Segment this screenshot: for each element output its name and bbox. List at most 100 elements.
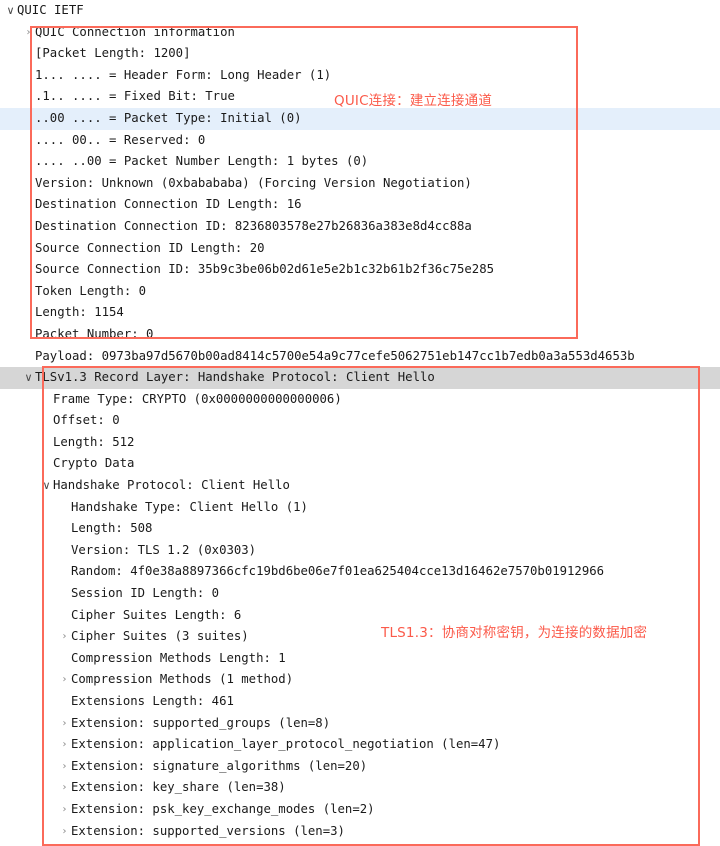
tree-row-label: Handshake Protocol: Client Hello — [53, 478, 290, 493]
tree-row-label: Destination Connection ID Length: 16 — [35, 197, 302, 212]
tree-row-label: Frame Type: CRYPTO (0x0000000000000006) — [53, 391, 342, 406]
tree-row[interactable]: ∨ QUIC IETF — [0, 0, 720, 22]
tree-row[interactable]: ›Offset: 0 — [0, 410, 720, 432]
tree-row[interactable]: › Compression Methods (1 method) — [0, 669, 720, 691]
chevron-right-icon[interactable]: › — [58, 821, 71, 843]
tree-spacer: › — [22, 238, 35, 260]
tree-row-label: Compression Methods Length: 1 — [71, 650, 286, 665]
tree-row[interactable]: ∨ TLSv1.3 Record Layer: Handshake Protoco… — [0, 367, 720, 389]
tree-row-label: Extension: signature_algorithms (len=20) — [71, 758, 368, 773]
chevron-down-icon[interactable]: ∨ — [40, 475, 53, 497]
tree-row[interactable]: ›Extensions Length: 461 — [0, 691, 720, 713]
chevron-down-icon[interactable]: ∨ — [4, 0, 17, 22]
tree-spacer: › — [58, 691, 71, 713]
tree-row-label: Handshake Type: Client Hello (1) — [71, 499, 308, 514]
tree-row[interactable]: ›Length: 512 — [0, 432, 720, 454]
tree-row-label: Extension: psk_key_exchange_modes (len=2… — [71, 801, 375, 816]
tree-spacer: › — [22, 346, 35, 368]
tree-spacer: › — [22, 86, 35, 108]
tree-spacer: › — [22, 259, 35, 281]
chevron-right-icon[interactable]: › — [58, 799, 71, 821]
tree-row[interactable]: ›Payload: 0973ba97d5670b00ad8414c5700e54… — [0, 346, 720, 368]
chevron-right-icon[interactable]: › — [58, 669, 71, 691]
tree-row-label: Length: 512 — [53, 434, 135, 449]
tree-row-label: Packet Number: 0 — [35, 326, 154, 341]
tree-row-label: Payload: 0973ba97d5670b00ad8414c5700e54a… — [35, 348, 635, 363]
tree-row[interactable]: ›Crypto Data — [0, 453, 720, 475]
chevron-right-icon[interactable]: › — [58, 626, 71, 648]
tree-row-label: Extension: key_share (len=38) — [71, 780, 286, 795]
tree-spacer: › — [58, 497, 71, 519]
tree-row[interactable]: ›1... .... = Header Form: Long Header (1… — [0, 65, 720, 87]
tree-spacer: › — [40, 432, 53, 454]
tree-row[interactable]: ›Handshake Type: Client Hello (1) — [0, 497, 720, 519]
tree-row[interactable]: ›..00 .... = Packet Type: Initial (0) — [0, 107, 720, 130]
tree-row-label: Extension: application_layer_protocol_ne… — [71, 737, 501, 752]
tree-spacer: › — [22, 216, 35, 238]
chevron-right-icon[interactable]: › — [22, 22, 35, 44]
tree-row[interactable]: › Extension: psk_key_exchange_modes (len=… — [0, 799, 720, 821]
tree-row-label: .... 00.. = Reserved: 0 — [35, 132, 206, 147]
tree-row[interactable]: ›Length: 1154 — [0, 302, 720, 324]
chevron-right-icon[interactable]: › — [58, 734, 71, 756]
chevron-right-icon[interactable]: › — [58, 713, 71, 735]
tree-spacer: › — [22, 130, 35, 152]
tree-row-label: QUIC Connection information — [35, 24, 235, 39]
tree-row-label: Cipher Suites Length: 6 — [71, 607, 242, 622]
tree-row[interactable]: ›Session ID Length: 0 — [0, 583, 720, 605]
tree-spacer: › — [22, 324, 35, 346]
tree-row-label: Length: 1154 — [35, 305, 124, 320]
tree-spacer: › — [22, 108, 35, 130]
tree-row-label: Length: 508 — [71, 521, 153, 536]
tree-row[interactable]: ›Destination Connection ID Length: 16 — [0, 194, 720, 216]
tree-row[interactable]: ›Source Connection ID Length: 20 — [0, 238, 720, 260]
chevron-down-icon[interactable]: ∨ — [22, 367, 35, 389]
tree-row[interactable]: › QUIC Connection information — [0, 22, 720, 44]
annotation-label-quic: QUIC连接：建立连接通道 — [334, 93, 493, 109]
tree-row[interactable]: › Extension: signature_algorithms (len=20… — [0, 756, 720, 778]
tree-row[interactable]: ›.... ..00 = Packet Number Length: 1 byt… — [0, 151, 720, 173]
tree-row[interactable]: ›Frame Type: CRYPTO (0x0000000000000006) — [0, 389, 720, 411]
tree-spacer: › — [22, 194, 35, 216]
tree-row[interactable]: › Extension: key_share (len=38) — [0, 777, 720, 799]
tree-row-label: Cipher Suites (3 suites) — [71, 629, 249, 644]
tree-row[interactable]: ›Packet Number: 0 — [0, 324, 720, 346]
tree-row-label: Token Length: 0 — [35, 283, 147, 298]
tree-row[interactable]: ›Compression Methods Length: 1 — [0, 648, 720, 670]
tree-row[interactable]: ›Source Connection ID: 35b9c3be06b02d61e… — [0, 259, 720, 281]
tree-row-label: Source Connection ID Length: 20 — [35, 240, 265, 255]
tree-row[interactable]: ›Version: Unknown (0xbabababa) (Forcing … — [0, 173, 720, 195]
tree-spacer: › — [22, 43, 35, 65]
tree-spacer: › — [58, 540, 71, 562]
tree-row[interactable]: ›.... 00.. = Reserved: 0 — [0, 130, 720, 152]
tree-spacer: › — [22, 65, 35, 87]
tree-row-label: Compression Methods (1 method) — [71, 672, 294, 687]
tree-spacer: › — [58, 648, 71, 670]
annotation-label-tls: TLS1.3：协商对称密钥，为连接的数据加密 — [381, 625, 648, 641]
tree-row-label: TLSv1.3 Record Layer: Handshake Protocol… — [35, 370, 435, 385]
tree-row-label: ..00 .... = Packet Type: Initial (0) — [35, 110, 302, 125]
tree-row[interactable]: › Extension: supported_groups (len=8) — [0, 713, 720, 735]
chevron-right-icon[interactable]: › — [58, 756, 71, 778]
tree-spacer: › — [22, 151, 35, 173]
chevron-right-icon[interactable]: › — [58, 777, 71, 799]
tree-spacer: › — [58, 605, 71, 627]
tree-row-label: Extensions Length: 461 — [71, 694, 234, 708]
tree-row[interactable]: › Extension: application_layer_protocol_n… — [0, 734, 720, 756]
tree-row-label: Random: 4f0e38a8897366cfc19bd6be06e7f01e… — [71, 564, 605, 579]
tree-row[interactable]: ›Version: TLS 1.2 (0x0303) — [0, 540, 720, 562]
packet-details-tree[interactable]: ∨QUIC IETF›QUIC Connection information›[… — [0, 0, 720, 838]
tree-row[interactable]: ›Length: 508 — [0, 518, 720, 540]
tree-row[interactable]: ∨ Handshake Protocol: Client Hello — [0, 475, 720, 497]
tree-row-label: Offset: 0 — [53, 413, 120, 428]
tree-row-label: .1.. .... = Fixed Bit: True — [35, 89, 235, 104]
tree-row[interactable]: ›Destination Connection ID: 8236803578e2… — [0, 216, 720, 238]
tree-row[interactable]: › Extension: supported_versions (len=3) — [0, 821, 720, 843]
tree-row[interactable]: ›[Packet Length: 1200] — [0, 43, 720, 65]
tree-spacer: › — [40, 453, 53, 475]
tree-row[interactable]: ›Token Length: 0 — [0, 281, 720, 303]
tree-row-label: Session ID Length: 0 — [71, 586, 220, 601]
tree-row-label: .... ..00 = Packet Number Length: 1 byte… — [35, 154, 369, 169]
tree-row[interactable]: ›Random: 4f0e38a8897366cfc19bd6be06e7f01… — [0, 561, 720, 583]
tree-row-label: [Packet Length: 1200] — [35, 46, 191, 61]
